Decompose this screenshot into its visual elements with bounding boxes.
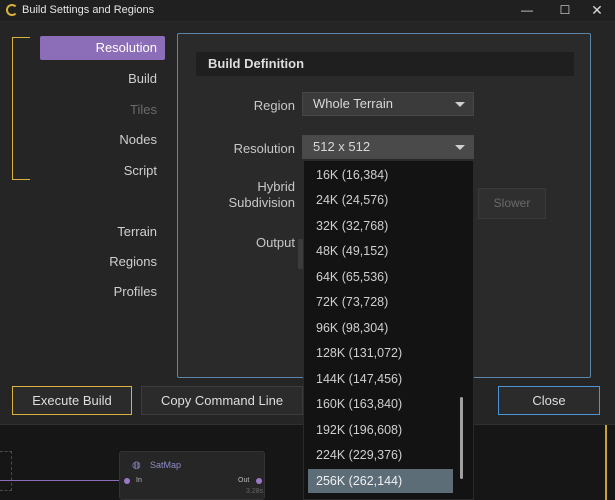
slower-button: Slower [478,188,546,219]
section-header: Build Definition [196,52,574,76]
satellite-icon: ◍ [132,460,141,471]
dropdown-option[interactable]: 192K (196,608) [308,418,453,442]
node-out-label: Out [238,477,250,484]
maximize-icon[interactable]: ☐ [548,0,582,22]
sidebar-item-tiles: Tiles [130,102,157,117]
output-label: Output [255,235,295,250]
resolution-value: 512 x 512 [313,139,371,154]
graph-frame [0,451,12,491]
dropdown-scrollbar[interactable] [460,397,463,479]
resolution-label: Resolution [233,141,295,156]
input-port[interactable] [124,478,130,484]
sidebar-item-resolution[interactable]: Resolution [40,36,165,60]
sidebar-item-build[interactable]: Build [40,67,165,91]
sidebar-group-bracket [12,37,30,180]
dropdown-option[interactable]: 64K (65,536) [308,265,453,289]
graph-wire [0,480,122,481]
output-port[interactable] [256,478,262,484]
dropdown-option[interactable]: 224K (229,376) [308,443,453,467]
dropdown-option[interactable]: 72K (73,728) [308,290,453,314]
resolution-dropdown-list: 16K (16,384) 24K (24,576) 32K (32,768) 4… [303,160,474,500]
dropdown-option[interactable]: 96K (98,304) [308,316,453,340]
sidebar-item-nodes[interactable]: Nodes [40,128,165,152]
dropdown-option[interactable]: 128K (131,072) [308,341,453,365]
node-in-label: In [136,477,142,484]
copy-command-line-button[interactable]: Copy Command Line [141,386,303,415]
dropdown-option[interactable]: 144K (147,456) [308,367,453,391]
hybrid-label-line2: Subdivision [228,195,296,210]
app-icon [6,4,18,16]
hybrid-label-line1: Hybrid [257,179,295,194]
dropdown-option[interactable]: 16K (16,384) [308,163,453,187]
sidebar-item-terrain[interactable]: Terrain [40,220,165,244]
dropdown-option[interactable]: 160K (163,840) [308,392,453,416]
window-title: Build Settings and Regions [22,4,155,16]
close-window-icon[interactable]: ✕ [580,0,614,22]
sidebar-item-script[interactable]: Script [40,159,165,183]
execute-build-button[interactable]: Execute Build [12,386,132,415]
title-bar: Build Settings and Regions — ☐ ✕ [0,0,615,22]
dropdown-option[interactable]: 32K (32,768) [308,214,453,238]
resolution-select[interactable]: 512 x 512 [302,135,474,159]
region-select[interactable]: Whole Terrain [302,92,474,116]
chevron-down-icon [455,102,465,107]
close-button[interactable]: Close [498,386,600,415]
graph-node[interactable]: ◍ SatMap In Out 3.28s [119,451,265,500]
region-label: Region [253,98,295,113]
sidebar-item-profiles[interactable]: Profiles [40,280,165,304]
chevron-down-icon [455,145,465,150]
dropdown-option[interactable]: 24K (24,576) [308,188,453,212]
dropdown-option[interactable]: 48K (49,152) [308,239,453,263]
dropdown-option-selected[interactable]: 256K (262,144) [308,469,453,493]
node-time: 3.28s [246,488,264,495]
region-value: Whole Terrain [313,96,393,111]
minimize-icon[interactable]: — [510,0,544,22]
node-title: SatMap [150,460,182,470]
graph-edge-line [605,425,607,500]
sidebar-item-regions[interactable]: Regions [40,250,165,274]
